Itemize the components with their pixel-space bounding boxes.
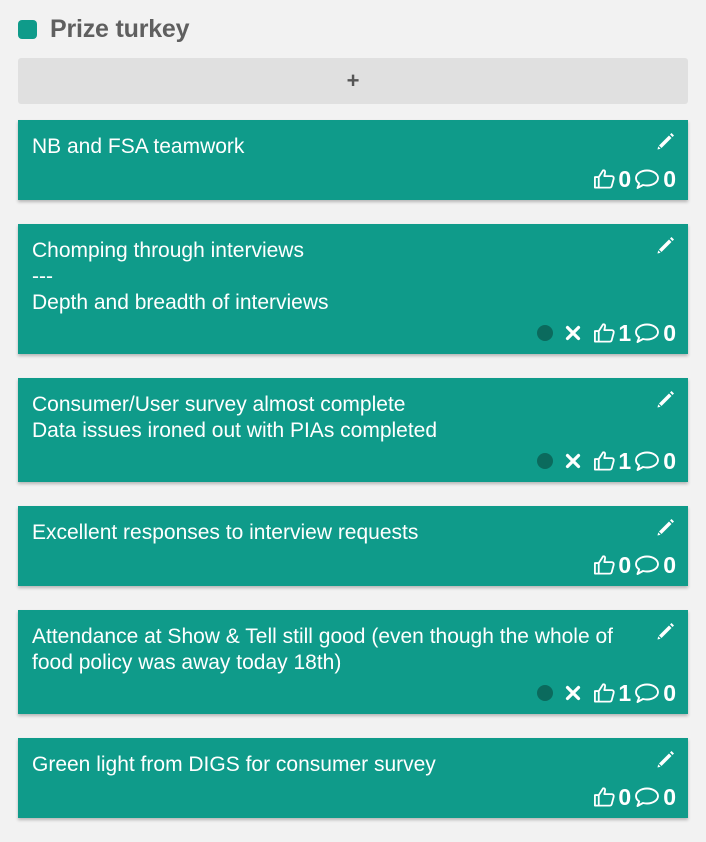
column-header: Prize turkey [18, 14, 190, 44]
comment-count: 0 [663, 165, 676, 192]
pencil-icon[interactable] [656, 131, 676, 151]
pencil-icon[interactable] [656, 517, 676, 537]
thumbs-up-icon[interactable] [593, 553, 616, 577]
card: Green light from DIGS for consumer surve… [18, 738, 688, 818]
comment-bubble-icon[interactable] [634, 322, 660, 344]
like-count: 0 [618, 783, 632, 810]
comment-bubble-icon[interactable] [634, 450, 660, 472]
comment-count: 0 [663, 447, 676, 474]
card-text[interactable]: NB and FSA teamwork [32, 134, 638, 160]
card: Chomping through interviews --- Depth an… [18, 224, 688, 354]
card: NB and FSA teamwork 0 0 [18, 120, 688, 200]
thumbs-up-icon[interactable] [593, 785, 616, 809]
thumbs-up-icon[interactable] [593, 681, 616, 705]
like-count: 1 [618, 319, 632, 346]
thumbs-up-icon[interactable] [593, 321, 616, 345]
close-icon[interactable] [565, 685, 581, 701]
comment-count: 0 [663, 783, 676, 810]
comment-count: 0 [663, 551, 676, 578]
card-text[interactable]: Consumer/User survey almost complete Dat… [32, 392, 638, 444]
close-icon[interactable] [565, 453, 581, 469]
thumbs-up-icon[interactable] [593, 167, 616, 191]
pencil-icon[interactable] [656, 235, 676, 255]
card-footer: 0 0 [593, 552, 676, 578]
column-title: Prize turkey [50, 14, 190, 43]
thumbs-up-icon[interactable] [593, 449, 616, 473]
pencil-icon[interactable] [656, 389, 676, 409]
card-text[interactable]: Excellent responses to interview request… [32, 520, 638, 546]
like-count: 1 [618, 447, 632, 474]
comment-bubble-icon[interactable] [634, 168, 660, 190]
like-count: 0 [618, 551, 632, 578]
vote-dot [537, 453, 554, 469]
add-card-button[interactable]: + [18, 58, 688, 104]
vote-dot [537, 685, 554, 701]
like-count: 0 [618, 165, 632, 192]
card-footer: 1 0 [537, 680, 676, 706]
card: Attendance at Show & Tell still good (ev… [18, 610, 688, 714]
close-icon[interactable] [565, 325, 581, 341]
pencil-icon[interactable] [656, 621, 676, 641]
card-footer: 1 0 [537, 448, 676, 474]
comment-count: 0 [663, 679, 676, 706]
column-prize-turkey: Prize turkey + NB and FSA teamwork 0 0 C… [0, 0, 706, 842]
card-text[interactable]: Attendance at Show & Tell still good (ev… [32, 624, 638, 676]
column-color-swatch [18, 19, 37, 39]
card-text[interactable]: Green light from DIGS for consumer surve… [32, 752, 638, 778]
card-footer: 0 0 [593, 166, 676, 192]
comment-bubble-icon[interactable] [634, 554, 660, 576]
like-count: 1 [618, 679, 632, 706]
comment-bubble-icon[interactable] [634, 682, 660, 704]
vote-dot [537, 325, 554, 341]
card-footer: 0 0 [593, 784, 676, 810]
card: Consumer/User survey almost complete Dat… [18, 378, 688, 482]
comment-bubble-icon[interactable] [634, 786, 660, 808]
card: Excellent responses to interview request… [18, 506, 688, 586]
card-text[interactable]: Chomping through interviews --- Depth an… [32, 238, 638, 316]
pencil-icon[interactable] [656, 749, 676, 769]
card-footer: 1 0 [537, 320, 676, 346]
comment-count: 0 [663, 319, 676, 346]
